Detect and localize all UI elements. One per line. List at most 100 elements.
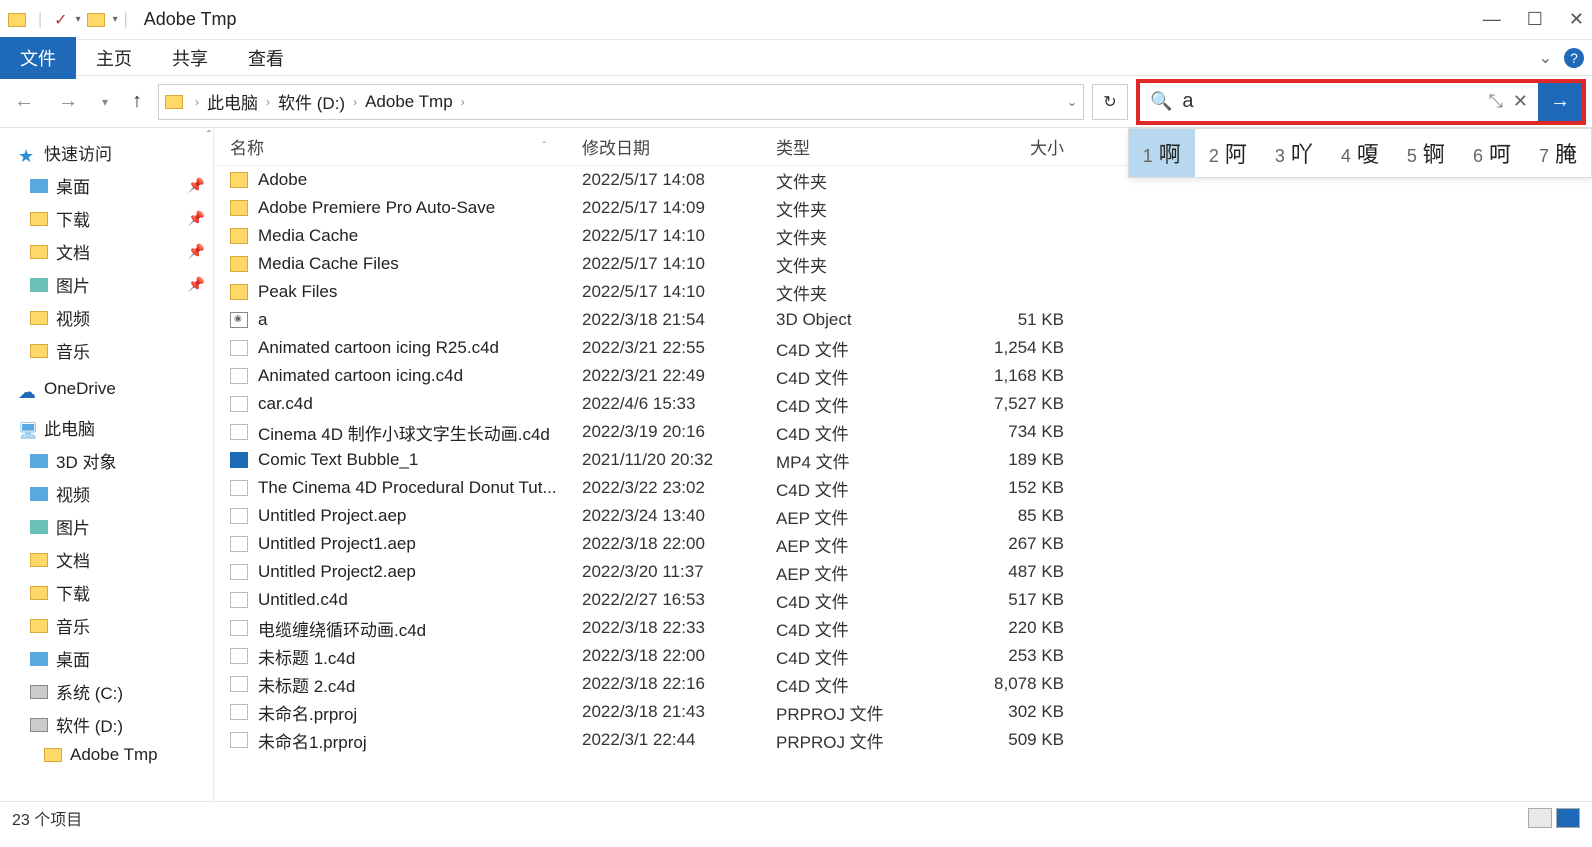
candidate-char: 阿	[1225, 137, 1247, 169]
breadcrumb-segment[interactable]: 此电脑	[207, 89, 258, 114]
sidebar-item[interactable]: 3D 对象	[0, 444, 213, 477]
column-date[interactable]: 修改日期	[574, 134, 768, 159]
tab-home[interactable]: 主页	[76, 37, 152, 79]
breadcrumb-segment[interactable]: 软件 (D:)	[278, 89, 345, 114]
sidebar-item[interactable]: 桌面📌	[0, 169, 213, 202]
ime-candidate[interactable]: 7腌	[1525, 129, 1591, 177]
sidebar-item[interactable]: 下载📌	[0, 202, 213, 235]
minimize-button[interactable]: —	[1483, 9, 1501, 30]
file-row[interactable]: Untitled Project.aep2022/3/24 13:40AEP 文…	[214, 502, 1592, 530]
file-row[interactable]: Untitled.c4d2022/2/27 16:53C4D 文件517 KB	[214, 586, 1592, 614]
column-size[interactable]: 大小	[942, 134, 1072, 159]
ime-candidates[interactable]: 1啊2阿3吖4嗄5锕6呵7腌	[1128, 128, 1592, 178]
sidebar-item[interactable]: 图片📌	[0, 268, 213, 301]
chevron-down-icon[interactable]: ▾	[76, 14, 81, 25]
nav-tree[interactable]: ˆ ★ 快速访问 桌面📌下载📌文档📌图片📌视频音乐 ☁ OneDrive 🖥 此…	[0, 128, 214, 801]
ime-candidate[interactable]: 6呵	[1459, 129, 1525, 177]
file-name: 未标题 1.c4d	[258, 644, 355, 669]
sidebar-item[interactable]: 软件 (D:)	[0, 708, 213, 741]
close-button[interactable]: ✕	[1569, 9, 1584, 30]
status-bar: 23 个项目	[0, 801, 1592, 833]
folder-icon	[30, 586, 48, 600]
file-type: 文件夹	[768, 280, 942, 305]
refresh-button[interactable]: ↻	[1092, 84, 1128, 120]
pc-icon: 🖥	[18, 421, 36, 435]
file-row[interactable]: Animated cartoon icing.c4d2022/3/21 22:4…	[214, 362, 1592, 390]
sidebar-item[interactable]: Adobe Tmp	[0, 741, 213, 769]
file-row[interactable]: 电缆缠绕循环动画.c4d2022/3/18 22:33C4D 文件220 KB	[214, 614, 1592, 642]
clear-search-button[interactable]: ✕	[1513, 91, 1528, 112]
file-type: 文件夹	[768, 168, 942, 193]
tab-share[interactable]: 共享	[152, 37, 228, 79]
file-row[interactable]: Media Cache2022/5/17 14:10文件夹	[214, 222, 1592, 250]
breadcrumb[interactable]: › 此电脑 › 软件 (D:) › Adobe Tmp › ⌄	[158, 84, 1084, 120]
sidebar-quick-access[interactable]: ★ 快速访问	[0, 136, 213, 169]
file-row[interactable]: 未标题 1.c4d2022/3/18 22:00C4D 文件253 KB	[214, 642, 1592, 670]
scroll-up-icon[interactable]: ˆ	[207, 128, 211, 142]
sidebar-item[interactable]: 文档📌	[0, 235, 213, 268]
column-name[interactable]: 名称 ˆ	[222, 134, 574, 159]
file-size: 85 KB	[942, 506, 1072, 526]
sidebar-item[interactable]: 桌面	[0, 642, 213, 675]
file-row[interactable]: Untitled Project1.aep2022/3/18 22:00AEP …	[214, 530, 1592, 558]
file-row[interactable]: Comic Text Bubble_12021/11/20 20:32MP4 文…	[214, 446, 1592, 474]
file-row[interactable]: Adobe Premiere Pro Auto-Save2022/5/17 14…	[214, 194, 1592, 222]
file-type: C4D 文件	[768, 336, 942, 361]
search-box[interactable]: 🔍 ⤡ ✕	[1140, 83, 1538, 121]
sidebar-this-pc[interactable]: 🖥 此电脑	[0, 411, 213, 444]
sidebar-item[interactable]: 视频	[0, 301, 213, 334]
file-date: 2022/3/21 22:49	[574, 366, 768, 386]
ime-candidate[interactable]: 2阿	[1195, 129, 1261, 177]
file-size: 220 KB	[942, 618, 1072, 638]
nav-recent-dropdown[interactable]: ▾	[94, 91, 116, 113]
dropdown-icon[interactable]: ▾	[113, 14, 118, 25]
file-row[interactable]: a2022/3/18 21:543D Object51 KB	[214, 306, 1592, 334]
tab-file[interactable]: 文件	[0, 37, 76, 79]
ime-candidate[interactable]: 3吖	[1261, 129, 1327, 177]
file-row[interactable]: 未命名.prproj2022/3/18 21:43PRPROJ 文件302 KB	[214, 698, 1592, 726]
sidebar-item[interactable]: 下载	[0, 576, 213, 609]
file-row[interactable]: Cinema 4D 制作小球文字生长动画.c4d2022/3/19 20:16C…	[214, 418, 1592, 446]
file-size: 302 KB	[942, 702, 1072, 722]
ime-candidate[interactable]: 1啊	[1129, 129, 1195, 177]
expand-ribbon-icon[interactable]: ⌄	[1539, 48, 1552, 68]
sidebar-onedrive[interactable]: ☁ OneDrive	[0, 375, 213, 403]
file-row[interactable]: The Cinema 4D Procedural Donut Tut...202…	[214, 474, 1592, 502]
sidebar-item[interactable]: 视频	[0, 477, 213, 510]
file-icon	[230, 564, 248, 580]
sidebar-item[interactable]: 音乐	[0, 609, 213, 642]
file-row[interactable]: 未标题 2.c4d2022/3/18 22:16C4D 文件8,078 KB	[214, 670, 1592, 698]
help-button[interactable]: ?	[1564, 48, 1584, 68]
sidebar-item[interactable]: 系统 (C:)	[0, 675, 213, 708]
file-row[interactable]: Peak Files2022/5/17 14:10文件夹	[214, 278, 1592, 306]
sidebar-label: OneDrive	[44, 379, 116, 399]
sidebar-item[interactable]: 图片	[0, 510, 213, 543]
nav-back-button[interactable]: ←	[6, 86, 42, 117]
folder-icon	[230, 172, 248, 188]
file-size: 253 KB	[942, 646, 1072, 666]
nav-forward-button[interactable]: →	[50, 86, 86, 117]
view-details-button[interactable]	[1528, 808, 1552, 828]
file-row[interactable]: Animated cartoon icing R25.c4d2022/3/21 …	[214, 334, 1592, 362]
candidate-char: 吖	[1291, 137, 1313, 169]
file-row[interactable]: car.c4d2022/4/6 15:33C4D 文件7,527 KB	[214, 390, 1592, 418]
file-name: Adobe	[258, 170, 307, 190]
ime-candidate[interactable]: 5锕	[1393, 129, 1459, 177]
search-submit-button[interactable]: →	[1538, 83, 1582, 121]
nav-up-button[interactable]: ↑	[124, 86, 150, 117]
quick-access-check-icon[interactable]: ✓	[54, 10, 67, 30]
sidebar-item[interactable]: 文档	[0, 543, 213, 576]
file-row[interactable]: 未命名1.prproj2022/3/1 22:44PRPROJ 文件509 KB	[214, 726, 1592, 754]
breadcrumb-segment[interactable]: Adobe Tmp	[365, 92, 453, 112]
view-tiles-button[interactable]	[1556, 808, 1580, 828]
file-list[interactable]: Adobe2022/5/17 14:08文件夹Adobe Premiere Pr…	[214, 166, 1592, 801]
file-row[interactable]: Media Cache Files2022/5/17 14:10文件夹	[214, 250, 1592, 278]
tab-view[interactable]: 查看	[228, 37, 304, 79]
column-type[interactable]: 类型	[768, 134, 942, 159]
maximize-button[interactable]: ☐	[1527, 9, 1543, 30]
breadcrumb-dropdown-icon[interactable]: ⌄	[1067, 95, 1077, 109]
file-row[interactable]: Untitled Project2.aep2022/3/20 11:37AEP …	[214, 558, 1592, 586]
sidebar-item[interactable]: 音乐	[0, 334, 213, 367]
ime-candidate[interactable]: 4嗄	[1327, 129, 1393, 177]
search-input[interactable]	[1182, 90, 1478, 113]
